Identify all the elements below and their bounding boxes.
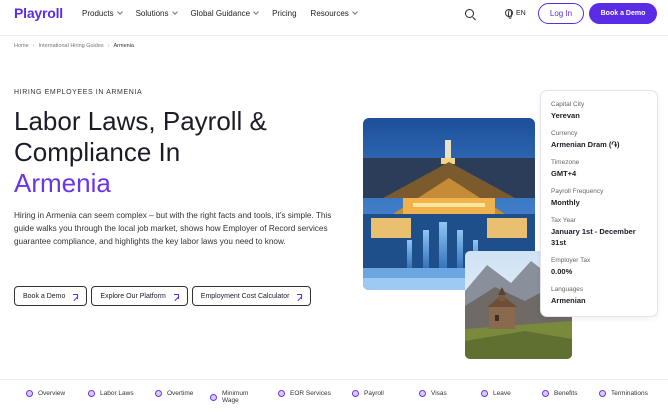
country-facts-card: Capital City Yerevan Currency Armenian D…: [540, 90, 658, 317]
tab-label: Terminations: [611, 390, 648, 397]
tab-label: Labor Laws: [100, 390, 134, 397]
breadcrumb-separator: ›: [32, 43, 35, 49]
hero-eyebrow: HIRING EMPLOYEES IN ARMENIA: [14, 89, 143, 96]
labor-laws-icon: [88, 390, 95, 397]
fact-label: Payroll Frequency: [551, 188, 604, 195]
nav-item-label: Solutions: [135, 9, 169, 18]
explore-platform-cta[interactable]: Explore Our Platform: [91, 286, 188, 306]
fact-languages: Languages Armenian: [551, 286, 647, 306]
benefits-icon: [542, 390, 549, 397]
fact-value: Armenian: [551, 296, 586, 305]
tab-benefits[interactable]: Benefits: [542, 390, 578, 397]
fact-value: 0.00%: [551, 267, 573, 276]
fact-currency: Currency Armenian Dram (֏): [551, 130, 647, 150]
minimum-wage-icon: [210, 393, 217, 401]
overview-icon: [26, 390, 33, 397]
nav-item-label: Pricing: [272, 9, 297, 18]
breadcrumb-guides[interactable]: International Hiring Guides: [39, 43, 104, 49]
tab-leave[interactable]: Leave: [481, 390, 511, 397]
nav-item-solutions[interactable]: Solutions: [135, 9, 178, 18]
tab-label: Leave: [493, 390, 511, 397]
top-nav: Playroll Products Solutions Global Guida…: [0, 0, 668, 30]
tab-label: Benefits: [554, 390, 578, 397]
hero-description: Hiring in Armenia can seem complex – but…: [14, 211, 332, 246]
tab-labor-laws[interactable]: Labor Laws: [88, 390, 134, 397]
nav-item-products[interactable]: Products: [82, 9, 123, 18]
nav-item-label: Products: [82, 9, 114, 18]
fact-value: Yerevan: [551, 111, 580, 120]
tab-label: Payroll: [364, 390, 384, 397]
tab-minimum-wage[interactable]: Minimum Wage: [210, 390, 258, 404]
fact-label: Languages: [551, 286, 584, 293]
eor-services-icon: [278, 390, 285, 397]
search-icon[interactable]: [465, 9, 474, 18]
tab-overtime[interactable]: Overtime: [155, 390, 193, 397]
leave-icon: [481, 390, 488, 397]
fact-label: Capital City: [551, 101, 585, 108]
nav-item-label: Global Guidance: [190, 9, 251, 18]
nav-item-global-guidance[interactable]: Global Guidance: [191, 9, 259, 18]
arrow-up-right-icon: [297, 293, 303, 299]
chevron-down-icon: [171, 9, 178, 15]
chevron-down-icon: [116, 9, 123, 15]
tab-terminations[interactable]: Terminations: [599, 390, 648, 397]
tab-eor-services[interactable]: EOR Services: [278, 390, 331, 397]
fact-employer-tax: Employer Tax 0.00%: [551, 257, 647, 277]
fact-value: January 1st - December 31st: [551, 227, 636, 247]
cta-label: Book a Demo: [23, 292, 66, 300]
book-demo-cta[interactable]: Book a Demo: [14, 286, 88, 306]
cta-row: Book a Demo Explore Our Platform Employm…: [14, 286, 312, 306]
main-menu: Products Solutions Global Guidance Prici…: [82, 9, 371, 18]
fact-value: Monthly: [551, 198, 580, 207]
fact-label: Tax Year: [551, 217, 576, 224]
globe-icon: [505, 9, 513, 19]
chevron-down-icon: [351, 9, 358, 15]
language-selector[interactable]: EN: [505, 9, 526, 19]
fact-label: Employer Tax: [551, 257, 591, 264]
title-line-1: Labor Laws, Payroll &: [14, 106, 267, 136]
visas-icon: [419, 390, 426, 397]
tab-label: EOR Services: [290, 390, 331, 397]
tab-label: Overtime: [167, 390, 194, 397]
breadcrumb-separator: ›: [107, 43, 110, 49]
nav-item-label: Resources: [310, 9, 349, 18]
tab-label: Minimum Wage: [222, 390, 249, 404]
page-title: Labor Laws, Payroll & Compliance In Arme…: [14, 106, 344, 199]
cta-label: Employment Cost Calculator: [200, 292, 290, 300]
arrow-up-right-icon: [73, 293, 79, 299]
fact-timezone: Timezone GMT+4: [551, 159, 647, 179]
nav-item-resources[interactable]: Resources: [310, 9, 358, 18]
title-line-2: Compliance In: [14, 137, 181, 167]
payroll-icon: [352, 390, 359, 397]
fact-label: Currency: [551, 130, 578, 137]
book-demo-button[interactable]: Book a Demo: [589, 3, 657, 24]
tab-visas[interactable]: Visas: [419, 390, 447, 397]
fact-tax-year: Tax Year January 1st - December 31st: [551, 217, 647, 248]
tab-overview[interactable]: Overview: [26, 390, 65, 397]
cost-calculator-cta[interactable]: Employment Cost Calculator: [191, 286, 312, 306]
tab-label: Overview: [38, 390, 66, 397]
overtime-icon: [155, 390, 162, 397]
fact-value: Armenian Dram (֏): [551, 140, 620, 149]
breadcrumb-current: Armenia: [113, 43, 134, 49]
fact-value: GMT+4: [551, 169, 577, 178]
tab-payroll[interactable]: Payroll: [352, 390, 384, 397]
nav-divider: [0, 35, 668, 36]
tab-label: Visas: [431, 390, 447, 397]
login-button[interactable]: Log In: [538, 3, 584, 24]
chevron-down-icon: [253, 9, 259, 15]
terminations-icon: [599, 390, 606, 397]
fact-label: Timezone: [551, 159, 580, 166]
breadcrumb: Home › International Hiring Guides › Arm…: [14, 43, 134, 49]
fact-payroll-frequency: Payroll Frequency Monthly: [551, 188, 647, 208]
fact-capital: Capital City Yerevan: [551, 101, 647, 121]
breadcrumb-home[interactable]: Home: [14, 43, 29, 49]
language-label: EN: [516, 9, 526, 17]
title-accent: Armenia: [14, 168, 111, 198]
section-tabs: Overview Labor Laws Overtime Minimum Wag…: [0, 380, 668, 412]
cta-label: Explore Our Platform: [100, 292, 166, 300]
logo[interactable]: Playroll: [14, 5, 63, 21]
arrow-up-right-icon: [173, 293, 179, 299]
nav-item-pricing[interactable]: Pricing: [272, 9, 296, 18]
